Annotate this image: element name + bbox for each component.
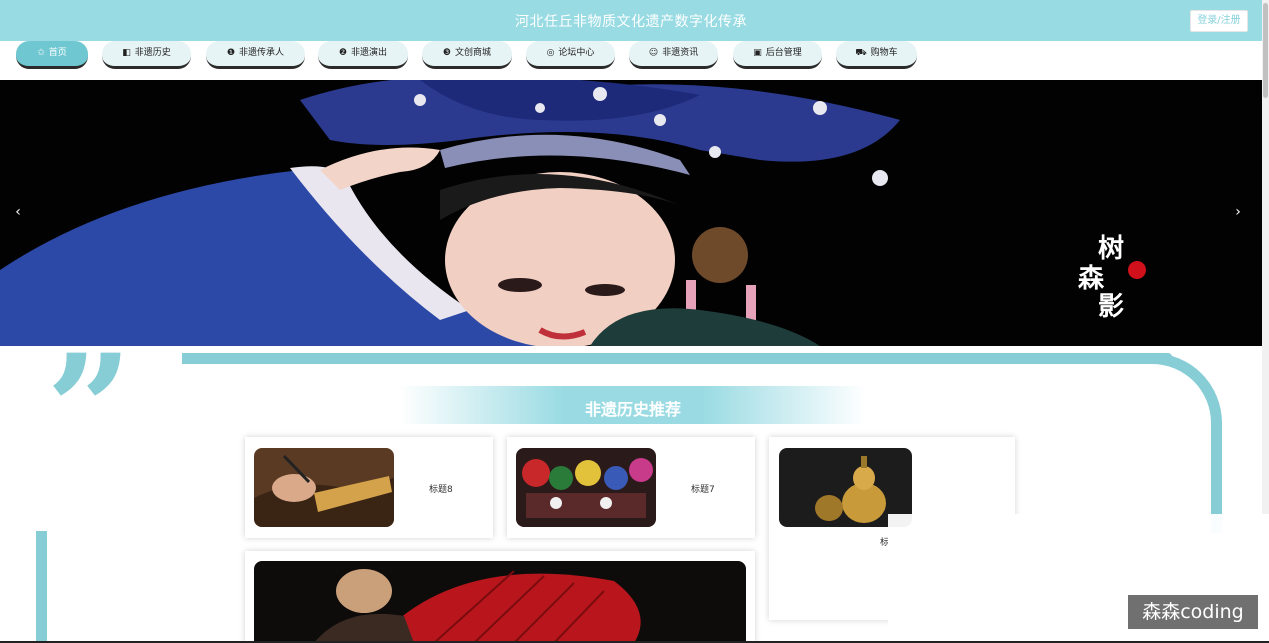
card-thumbnail: [516, 448, 656, 527]
quote-mark-icon: ”: [46, 322, 133, 498]
carousel-prev-arrow-icon[interactable]: ‹: [8, 204, 28, 220]
info-icon: ❶: [226, 48, 236, 58]
nav-item-admin[interactable]: ▣ 后台管理: [733, 41, 822, 69]
history-card[interactable]: 标题7: [507, 437, 755, 538]
scrollbar-thumb[interactable]: [1263, 3, 1268, 98]
card-title: 标题8: [429, 485, 453, 495]
card-title: 标题7: [691, 485, 715, 495]
question-icon: ❷: [338, 48, 348, 58]
history-card[interactable]: 标题8: [245, 437, 493, 538]
nav-item-news[interactable]: ☺ 非遗资讯: [629, 41, 718, 69]
decorative-frame-left: [36, 531, 47, 643]
top-header-bar: 河北任丘非物质文化遗产数字化传承 登录/注册: [0, 0, 1262, 41]
nav-item-performances[interactable]: ❷ 非遗演出: [318, 41, 408, 69]
site-title: 河北任丘非物质文化遗产数字化传承: [515, 14, 747, 30]
carousel-dot[interactable]: [608, 346, 622, 351]
nav-item-cart[interactable]: ⛟ 购物车: [836, 41, 917, 69]
nav-label: 购物车: [870, 48, 898, 58]
calligraphy-char-3: 影: [1098, 292, 1125, 322]
bag-icon: ◧: [122, 48, 131, 58]
card-thumbnail: [254, 561, 746, 643]
nav-item-shop[interactable]: ❸ 文创商城: [422, 41, 512, 69]
decorative-frame-top: [182, 353, 1172, 364]
carousel-next-arrow-icon[interactable]: ›: [1228, 204, 1248, 220]
nav-label: 非遗演出: [351, 48, 388, 58]
briefcase-icon: ▣: [753, 48, 762, 58]
globe-icon: ◎: [546, 48, 555, 58]
smile-icon: ☺: [648, 48, 659, 58]
nav-item-home[interactable]: ✩ 首页: [16, 41, 88, 69]
nav-label: 首页: [48, 48, 67, 58]
carousel-dot[interactable]: [626, 346, 640, 351]
decorative-frame-curve: [1120, 353, 1222, 533]
home-icon: ✩: [37, 48, 45, 58]
card-thumbnail: [254, 448, 394, 527]
section-title: 非遗历史推荐: [584, 400, 681, 419]
nav-label: 论坛中心: [558, 48, 595, 58]
banner-carousel[interactable]: 树 森 影 ‹ ›: [0, 80, 1262, 346]
nav-item-history[interactable]: ◧ 非遗历史: [102, 41, 191, 69]
cart-icon: ⛟: [855, 48, 867, 58]
nav-label: 非遗传承人: [239, 48, 285, 58]
nav-item-inheritors[interactable]: ❶ 非遗传承人: [206, 41, 305, 69]
nav-label: 非遗资讯: [662, 48, 699, 58]
nav-label: 非遗历史: [134, 48, 171, 58]
history-card-large[interactable]: [245, 551, 755, 643]
nav-item-forum[interactable]: ◎ 论坛中心: [526, 41, 615, 69]
banner-image: [0, 80, 900, 346]
red-seal-icon: [1128, 261, 1146, 279]
info-circle-icon: ❸: [442, 48, 452, 58]
nav-label: 后台管理: [765, 48, 802, 58]
watermark: 森森coding: [1128, 595, 1258, 629]
nav-label: 文创商城: [455, 48, 492, 58]
login-register-button[interactable]: 登录/注册: [1190, 10, 1248, 32]
